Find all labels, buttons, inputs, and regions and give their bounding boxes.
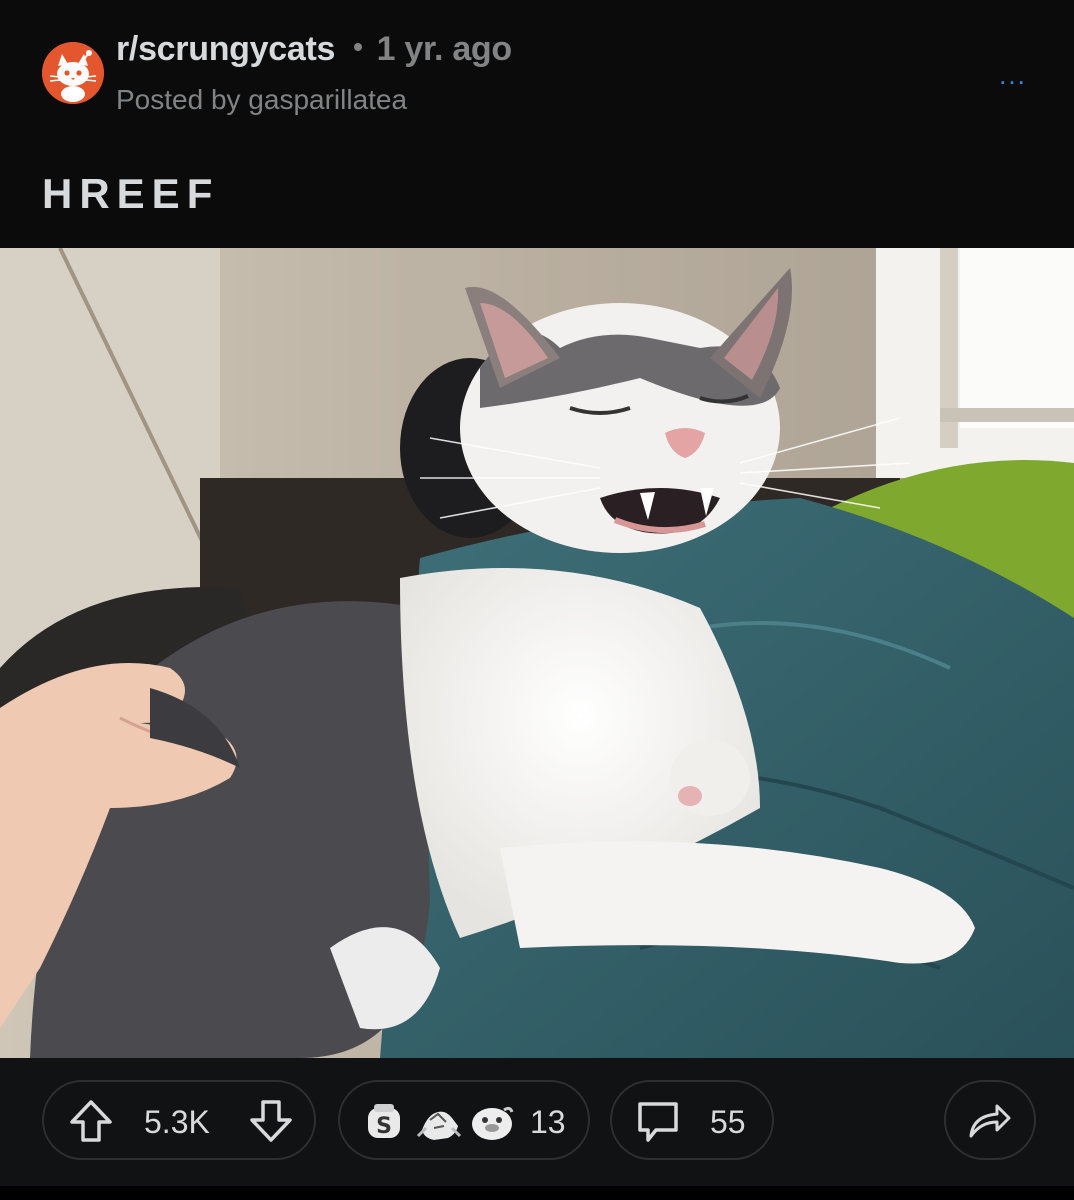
bottom-edge <box>0 1186 1074 1200</box>
more-options-button[interactable]: ... <box>996 60 1030 90</box>
subreddit-line: r/scrungycats • 1 yr. ago <box>116 30 512 69</box>
separator-dot: • <box>353 31 363 62</box>
vote-control: 5.3K <box>42 1080 316 1160</box>
awards-button[interactable]: S 13 <box>338 1080 590 1160</box>
share-arrow-icon <box>967 1100 1013 1140</box>
handshake-award-icon <box>416 1100 462 1144</box>
post-action-bar: 5.3K S 13 55 <box>0 1058 1074 1200</box>
posted-by[interactable]: Posted by gasparillatea <box>116 84 407 116</box>
comments-button[interactable]: 55 <box>610 1080 774 1160</box>
awards-count: 13 <box>530 1104 566 1140</box>
svg-text:S: S <box>376 1114 392 1139</box>
speech-bubble-icon <box>634 1098 682 1146</box>
arrow-down-icon[interactable] <box>246 1098 296 1144</box>
seal-award-icon <box>470 1102 514 1142</box>
post-title[interactable]: HREEF <box>42 170 219 218</box>
arrow-up-icon[interactable] <box>66 1098 116 1144</box>
post-header: r/scrungycats • 1 yr. ago Posted by gaspar… <box>0 0 1074 140</box>
share-button[interactable] <box>944 1080 1036 1160</box>
post-time: 1 yr. ago <box>376 30 513 68</box>
ellipsis-icon: ... <box>999 60 1027 90</box>
subreddit-avatar-icon[interactable] <box>42 42 104 104</box>
post-image[interactable] <box>0 248 1074 1058</box>
comment-count: 55 <box>710 1104 746 1140</box>
subreddit-name[interactable]: r/scrungycats <box>116 30 335 68</box>
upvote-count: 5.3K <box>144 1104 210 1140</box>
silver-award-icon: S <box>364 1102 404 1142</box>
